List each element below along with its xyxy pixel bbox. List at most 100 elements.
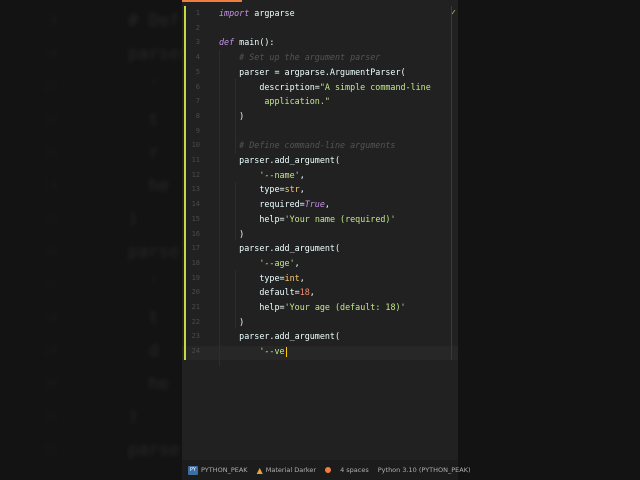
indent-guide [235, 78, 236, 154]
code-token: , [299, 169, 305, 180]
right-margin-guide [451, 6, 452, 360]
line-number: 3 [195, 38, 200, 47]
code-line[interactable]: parser = argparse.ArgumentParser( [219, 65, 406, 80]
line-number: 2 [195, 23, 200, 32]
code-token: , [299, 272, 305, 283]
text-caret [285, 346, 287, 357]
code-line[interactable]: # Define command-line arguments [219, 138, 395, 153]
code-token: '--age' [259, 257, 295, 268]
code-line[interactable]: type=str, [219, 182, 305, 197]
line-number: 1 [195, 9, 200, 17]
code-token: # Define command-line arguments [219, 140, 396, 151]
code-line[interactable]: parser.add_argument( [219, 241, 340, 256]
line-number: 10 [191, 141, 200, 150]
code-token: str [284, 184, 300, 195]
code-line[interactable]: parser.add_argument( [219, 329, 340, 344]
line-number: 20 [191, 288, 200, 297]
code-token: # Set up the argument parser [219, 52, 381, 63]
code-line[interactable]: help='Your age (default: 18)' [219, 300, 406, 315]
interpreter-name: Python 3.10 (PYTHON_PEAK) [377, 466, 471, 474]
status-bar: PY PYTHON_PEAK ▲ Material Darker 4 space… [182, 460, 471, 480]
indent-guide [235, 270, 236, 328]
project-widget[interactable]: PY PYTHON_PEAK [188, 465, 248, 475]
code-line[interactable]: ) [219, 109, 244, 124]
line-number: 9 [195, 126, 200, 135]
line-number: 15 [191, 214, 200, 223]
code-token: int [284, 272, 300, 283]
code-token: default= [219, 287, 300, 298]
code-token: ) [219, 228, 245, 239]
indent-widget[interactable]: 4 spaces [340, 466, 369, 474]
code-token: ) [219, 316, 245, 327]
theme-widget[interactable]: ▲ Material Darker [257, 466, 317, 475]
code-token: 18 [299, 287, 310, 298]
code-line[interactable]: '--ve [219, 344, 287, 359]
material-theme-icon: ▲ [256, 465, 263, 475]
line-number: 18 [191, 258, 200, 267]
code-line[interactable]: parser.add_argument( [219, 153, 340, 168]
code-line[interactable]: import argparse [219, 6, 295, 21]
theme-name: Material Darker [265, 466, 317, 474]
code-token: parser.add_argument( [219, 331, 341, 342]
line-number: 14 [191, 200, 200, 209]
code-editor[interactable]: ✓ 1 2 3 4 5 6 7 8 9 10 11 12 13 14 15 16 17 18 19 20 21 22 23 2… [182, 0, 458, 480]
code-token: help= [219, 213, 285, 224]
code-token: argparse [249, 8, 295, 18]
code-line[interactable]: type=int, [219, 271, 305, 286]
line-number: 12 [191, 170, 200, 179]
code-token: parser = argparse.ArgumentParser( [219, 66, 406, 77]
notification-dot-icon [325, 467, 332, 473]
code-token: '--name' [259, 169, 300, 180]
line-number: 17 [191, 244, 200, 253]
line-number: 13 [191, 185, 200, 194]
code-line[interactable]: help='Your name (required)' [219, 212, 396, 227]
code-token: 'Your age (default: 18)' [284, 302, 406, 312]
line-number: 24 [191, 347, 200, 356]
code-token: 'Your name (required)' [284, 213, 396, 224]
code-token: ) [219, 110, 245, 121]
code-token: parser.add_argument( [219, 155, 341, 165]
code-line[interactable]: default=18, [219, 285, 315, 300]
code-line[interactable]: '--age', [219, 256, 300, 271]
interpreter-widget[interactable]: Python 3.10 (PYTHON_PEAK) [378, 466, 471, 474]
code-line[interactable]: # Set up the argument parser [219, 50, 380, 65]
code-line[interactable]: ) [219, 227, 244, 242]
code-token: , [324, 199, 330, 210]
code-token: "A simple command-line [319, 81, 431, 92]
line-number: 6 [195, 82, 200, 91]
project-name: PYTHON_PEAK [201, 466, 248, 474]
code-token: parser.add_argument( [219, 243, 341, 254]
code-token: main(): [234, 37, 275, 48]
line-number: 5 [195, 67, 200, 76]
indent-guide [219, 50, 220, 366]
code-line[interactable]: description="A simple command-line [219, 80, 431, 95]
code-token: type= [219, 184, 285, 195]
code-line[interactable]: ) [219, 315, 244, 330]
code-line[interactable]: def main(): [219, 35, 274, 50]
python-project-icon: PY [188, 465, 198, 475]
code-line[interactable]: '--name', [219, 168, 305, 183]
line-number: 7 [195, 97, 200, 106]
code-token: , [299, 184, 305, 195]
line-number: 11 [191, 156, 200, 164]
code-token: , [294, 257, 300, 268]
indent-guide [235, 182, 236, 240]
code-token: import [219, 8, 250, 18]
active-tab-accent [182, 0, 242, 2]
code-token: required= [219, 199, 305, 210]
indent-setting: 4 spaces [340, 466, 369, 474]
line-number: 8 [195, 111, 200, 120]
line-number: 19 [191, 273, 200, 282]
line-number: 16 [191, 229, 200, 238]
line-number: 22 [191, 317, 200, 326]
line-number: 23 [191, 332, 200, 341]
code-token: , [309, 287, 315, 298]
line-number: 4 [195, 53, 200, 62]
code-token: type= [219, 272, 285, 283]
code-token: True [304, 199, 325, 210]
notification-widget[interactable] [325, 467, 332, 473]
code-token: help= [219, 302, 285, 312]
